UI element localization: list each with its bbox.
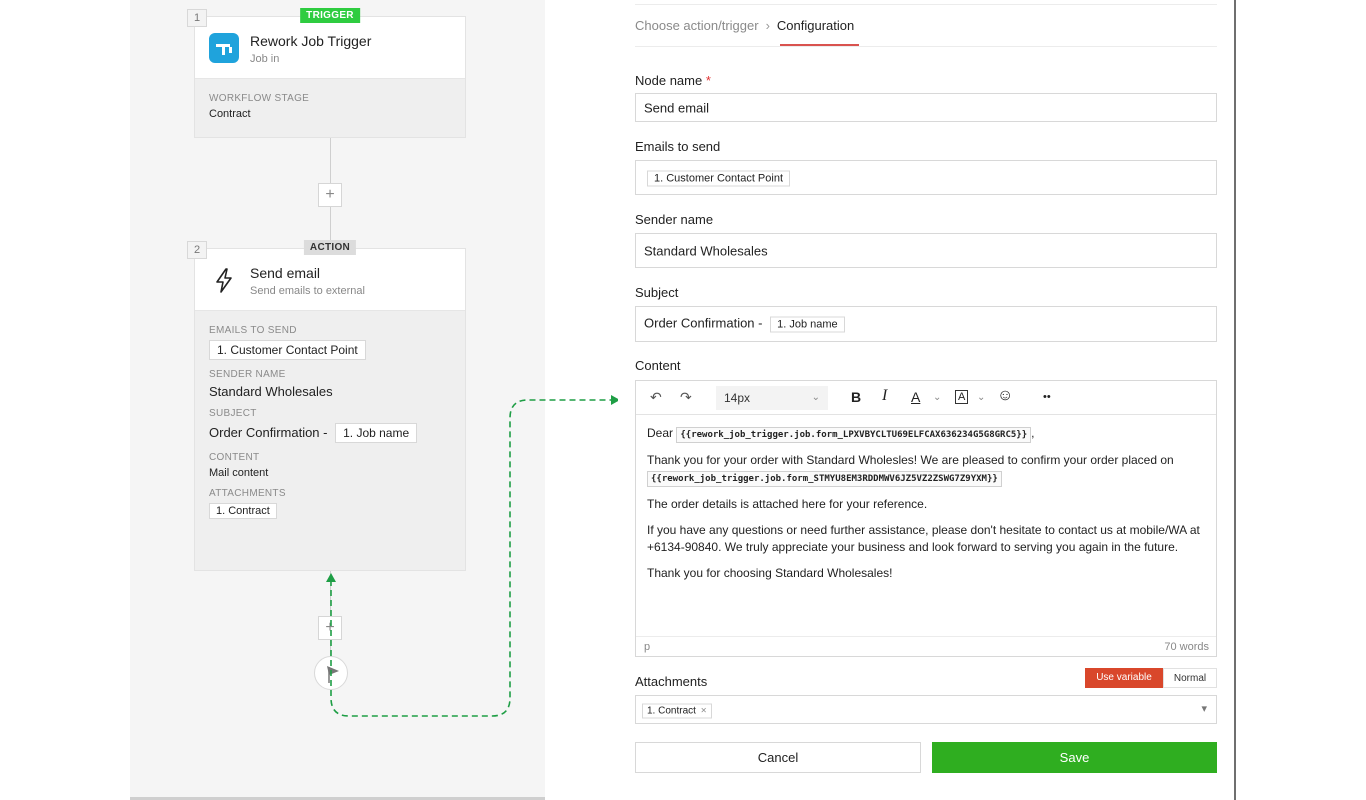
close-icon[interactable]: × (701, 705, 707, 716)
node-name-value: Send email (644, 100, 710, 115)
highlight-button[interactable]: A (955, 390, 969, 404)
divider (635, 4, 1217, 5)
contact-paragraph: If you have any questions or need furthe… (647, 523, 1200, 554)
trigger-node[interactable]: 1 TRIGGER Rework Job Trigger Job in WORK… (187, 8, 466, 138)
node-title: Send email (250, 265, 321, 281)
workflow-canvas[interactable]: 1 TRIGGER Rework Job Trigger Job in WORK… (130, 0, 545, 800)
chevron-down-icon[interactable]: ⌄ (977, 392, 985, 403)
node-name-label-text: Node name (635, 73, 703, 88)
font-size-value: 14px (724, 391, 751, 405)
variable-chip[interactable]: {{rework_job_trigger.job.form_STMYU8EM3R… (647, 471, 1002, 487)
workflow-stage-label: WORKFLOW STAGE (209, 93, 310, 104)
editor-toolbar: ↶ ↷ 14px ⌄ B I A ⌄ A ⌄ ☺ •• (636, 381, 1216, 415)
word-count: 70 words (1164, 641, 1209, 653)
subject-input[interactable]: Order Confirmation - 1. Job name (635, 306, 1217, 342)
trigger-badge: TRIGGER (300, 8, 360, 23)
subject-label: Subject (635, 285, 679, 300)
greeting-paragraph: Dear {{rework_job_trigger.job.form_LPXVB… (647, 425, 1205, 443)
content-label: CONTENT (209, 452, 260, 463)
italic-button[interactable]: I (882, 387, 887, 405)
divider (635, 46, 1217, 47)
sender-label: SENDER NAME (209, 369, 286, 380)
workflow-stage-value: Contract (209, 108, 251, 120)
node-subtitle: Send emails to external (250, 285, 365, 297)
end-node[interactable] (314, 656, 348, 690)
email-recipient-chip[interactable]: 1. Customer Contact Point (647, 170, 791, 186)
font-size-select[interactable]: 14px ⌄ (716, 386, 828, 410)
attachments-select[interactable]: 1. Contract × ▾ (635, 695, 1217, 724)
action-badge: ACTION (303, 240, 357, 255)
attachments-label: ATTACHMENTS (209, 488, 286, 499)
closing-paragraph: Thank you for choosing Standard Wholesal… (647, 566, 893, 580)
redo-icon[interactable]: ↷ (680, 389, 692, 406)
sender-name-label: Sender name (635, 212, 714, 227)
element-path: p (644, 641, 651, 653)
node-subtitle: Job in (250, 53, 280, 65)
order-paragraph: Thank you for your order with Standard W… (647, 452, 1205, 487)
node-name-input[interactable]: Send email (635, 93, 1217, 122)
sender-value: Standard Wholesales (209, 384, 333, 399)
node-number: 1 (187, 9, 207, 27)
content-editor[interactable]: ↶ ↷ 14px ⌄ B I A ⌄ A ⌄ ☺ •• Dear {{rewor… (635, 380, 1217, 657)
content-value: Mail content (209, 467, 269, 479)
node-title: Rework Job Trigger (250, 33, 372, 49)
dropdown-arrow-icon[interactable]: ▾ (1201, 702, 1207, 715)
content-label: Content (635, 358, 681, 373)
chevron-right-icon: › (765, 18, 770, 33)
chevron-down-icon: ⌄ (811, 392, 820, 403)
subject-label: SUBJECT (209, 408, 257, 419)
chevron-down-icon[interactable]: ⌄ (933, 392, 941, 403)
attachment-chip: 1. Contract (209, 503, 277, 519)
flag-icon (327, 666, 339, 683)
email-chip: 1. Customer Contact Point (209, 340, 366, 360)
subject-variable-chip[interactable]: 1. Job name (770, 316, 845, 333)
lightning-icon (209, 265, 239, 295)
greeting-end: , (1031, 426, 1035, 440)
subject-chip: 1. Job name (335, 423, 418, 443)
config-panel: Choose action/trigger › Configuration Node… (618, 0, 1236, 800)
add-step-button[interactable]: + (318, 183, 342, 207)
breadcrumb-configuration[interactable]: Configuration (777, 18, 854, 33)
save-button[interactable]: Save (932, 742, 1217, 773)
greeting-text: Dear (647, 426, 674, 440)
more-icon[interactable]: •• (1043, 391, 1051, 403)
normal-toggle[interactable]: Normal (1163, 668, 1217, 688)
variable-chip[interactable]: {{rework_job_trigger.job.form_LPXVBYCLTU… (676, 427, 1032, 443)
breadcrumb-choose-action[interactable]: Choose action/trigger (635, 18, 759, 33)
add-step-button[interactable]: + (318, 616, 342, 640)
node-name-label: Node name * (635, 73, 711, 88)
rework-logo-icon (209, 33, 239, 63)
sender-name-input[interactable]: Standard Wholesales (635, 233, 1217, 268)
order-text: Thank you for your order with Standard W… (647, 453, 1174, 467)
breadcrumb: Choose action/trigger › Configuration (635, 18, 854, 33)
attachments-label: Attachments (635, 674, 708, 689)
sender-name-value: Standard Wholesales (644, 243, 768, 258)
attachment-chip: 1. Contract × (642, 703, 712, 718)
node-number: 2 (187, 241, 207, 259)
use-variable-toggle[interactable]: Use variable (1085, 668, 1163, 688)
emails-label: EMAILS TO SEND (209, 325, 297, 336)
editor-statusbar: p 70 words (636, 636, 1216, 656)
emails-to-send-field[interactable]: 1. Customer Contact Point (635, 160, 1217, 195)
subject-prefix: Order Confirmation - (209, 425, 328, 440)
undo-icon[interactable]: ↶ (650, 389, 662, 406)
details-paragraph: The order details is attached here for y… (647, 497, 928, 511)
editor-body[interactable]: Dear {{rework_job_trigger.job.form_LPXVB… (636, 415, 1216, 601)
subject-prefix: Order Confirmation - (644, 315, 763, 331)
connector-line (330, 571, 331, 656)
bold-button[interactable]: B (851, 389, 861, 405)
attachment-chip-label: 1. Contract (647, 705, 696, 716)
emails-to-send-label: Emails to send (635, 139, 721, 154)
text-color-button[interactable]: A (911, 389, 920, 405)
required-mark: * (705, 73, 711, 88)
action-node[interactable]: 2 ACTION Send email Send emails to exter… (187, 240, 466, 571)
emoji-icon[interactable]: ☺ (997, 387, 1013, 405)
cancel-button[interactable]: Cancel (635, 742, 921, 773)
